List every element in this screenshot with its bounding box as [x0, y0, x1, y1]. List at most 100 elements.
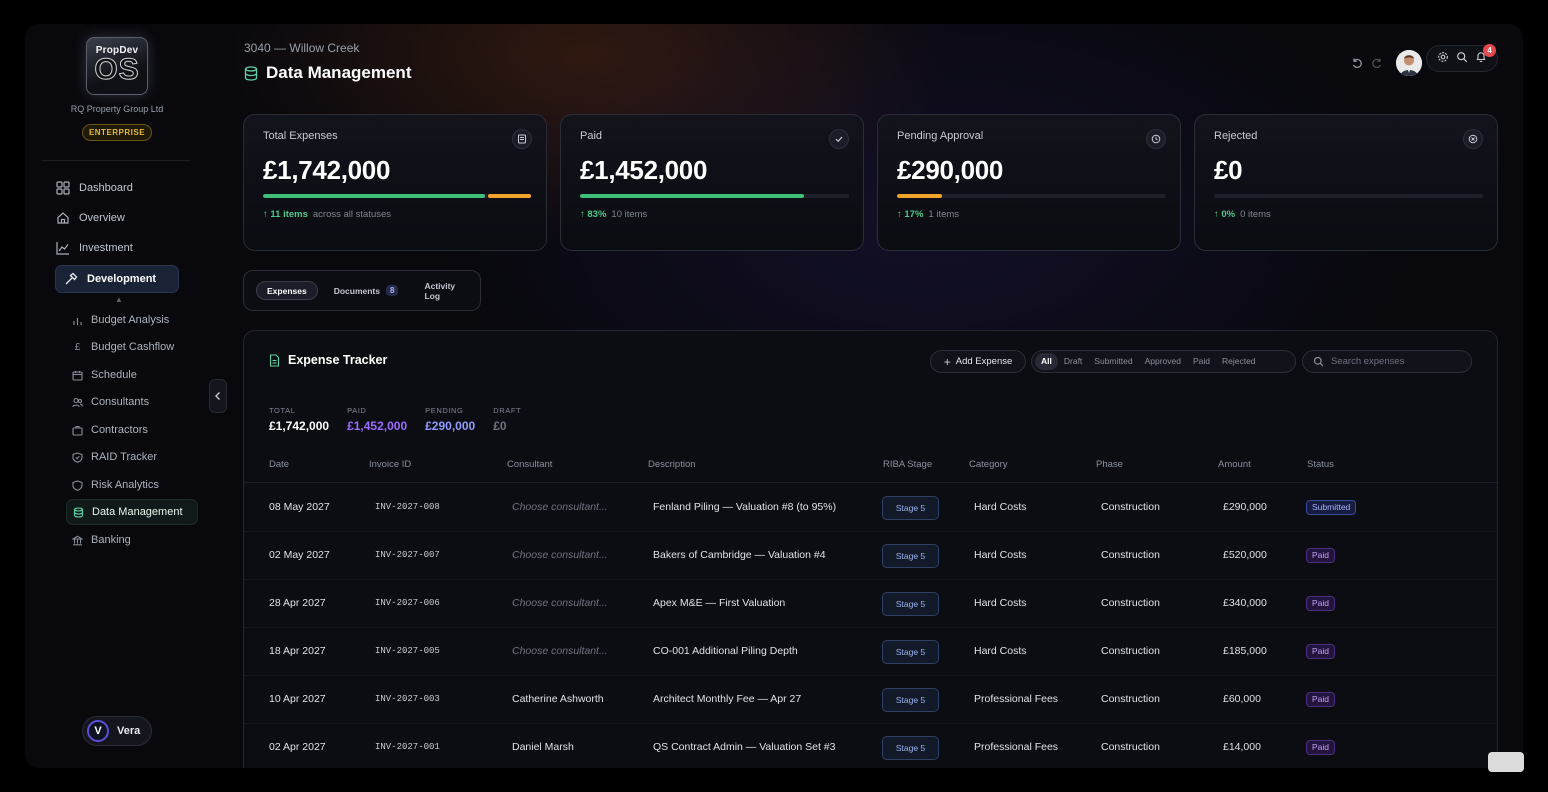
table-row[interactable]: 28 Apr 2027 INV-2027-006 Choose consultant… [244, 580, 1497, 628]
cell-date: 02 May 2027 [269, 549, 330, 561]
app-logo[interactable]: PropDev OS [86, 37, 148, 95]
cell-phase: Construction [1101, 597, 1160, 609]
riba-stage-select[interactable]: Stage 5 [882, 544, 939, 568]
sidebar-subitem-contractors[interactable]: Contractors [72, 418, 148, 442]
filter-submitted[interactable]: Submitted [1088, 353, 1138, 370]
sidebar-subitem-raid-tracker[interactable]: RAID Tracker [72, 445, 157, 469]
cell-consultant[interactable]: Choose consultant... [512, 549, 608, 561]
cell-consultant[interactable]: Daniel Marsh [512, 741, 574, 753]
tab-documents[interactable]: Documents 8 [324, 281, 409, 300]
sidebar-subitem-budget-analysis[interactable]: Budget Analysis [72, 308, 169, 332]
stat-value: £290,000 [897, 155, 1004, 185]
sidebar-subitem-label: RAID Tracker [91, 451, 158, 463]
cell-invoice-id: INV-2027-003 [375, 694, 440, 704]
stat-footnote: ↑ 0% 0 items [1214, 209, 1271, 220]
cell-date: 10 Apr 2027 [269, 693, 326, 705]
filter-all[interactable]: All [1035, 353, 1058, 370]
column-header-date[interactable]: Date [269, 459, 289, 470]
summary-paid: PAID £1,452,000 [347, 406, 408, 433]
column-header-amount[interactable]: Amount [1218, 459, 1251, 470]
table-row[interactable]: 08 May 2027 INV-2027-008 Choose consultant… [244, 484, 1497, 532]
summary-totals: TOTAL £1,742,000 PAID £1,452,000 PENDING… [269, 406, 521, 433]
column-header-description[interactable]: Description [648, 459, 696, 470]
user-menu[interactable]: V Vera [82, 716, 152, 746]
column-header-consultant[interactable]: Consultant [507, 459, 552, 470]
gear-icon[interactable] [1437, 50, 1449, 68]
riba-stage-select[interactable]: Stage 5 [882, 736, 939, 760]
stat-note: 10 items [611, 209, 648, 220]
cell-date: 18 Apr 2027 [269, 645, 326, 657]
sidebar-subitem-data-management[interactable]: Data Management [66, 499, 198, 525]
undo-icon[interactable] [1350, 56, 1364, 70]
table-row[interactable]: 18 Apr 2027 INV-2027-005 Choose consultant… [244, 628, 1497, 676]
cell-amount: £520,000 [1223, 549, 1267, 561]
status-badge: Paid [1306, 692, 1336, 707]
cell-date: 02 Apr 2027 [269, 741, 326, 753]
table-row[interactable]: 02 May 2027 INV-2027-007 Choose consultant… [244, 532, 1497, 580]
stat-footnote: ↑ 17% 1 items [897, 209, 959, 220]
riba-stage-select[interactable]: Stage 5 [882, 688, 939, 712]
table-row[interactable]: 02 Apr 2027 INV-2027-001 Daniel Marsh QS Co… [244, 724, 1497, 768]
add-expense-button[interactable]: + Add Expense [930, 350, 1026, 373]
sidebar-item-overview[interactable]: Overview [56, 205, 125, 231]
sidebar-collapse-button[interactable] [209, 379, 227, 413]
search-icon [1313, 356, 1324, 367]
user-name: Vera [117, 725, 141, 737]
riba-stage-select[interactable]: Stage 5 [882, 496, 939, 520]
section-tabs: Expenses Documents 8 Activity Log [243, 270, 481, 311]
cell-description: QS Contract Admin — Valuation Set #3 [653, 741, 836, 753]
plus-icon: + [943, 354, 951, 369]
riba-stage-select[interactable]: Stage 5 [882, 640, 939, 664]
search-icon[interactable] [1456, 50, 1468, 68]
stat-card-pending-approval: Pending Approval £290,000 ↑ 17% 1 items [877, 114, 1181, 251]
filter-paid[interactable]: Paid [1187, 353, 1216, 370]
sidebar-item-investment[interactable]: Investment [56, 235, 133, 261]
cell-description: Bakers of Cambridge — Valuation #4 [653, 549, 826, 561]
cell-description: CO-001 Additional Piling Depth [653, 645, 798, 657]
riba-stage-select[interactable]: Stage 5 [882, 592, 939, 616]
sidebar-item-development[interactable]: Development [55, 265, 179, 293]
sidebar-item-dashboard[interactable]: Dashboard [56, 175, 133, 201]
bank-icon [72, 535, 83, 545]
sidebar-subitem-risk-analytics[interactable]: Risk Analytics [72, 473, 159, 497]
project-label: 3040 — Willow Creek [244, 41, 360, 55]
sidebar-subitem-consultants[interactable]: Consultants [72, 390, 149, 414]
cell-category: Hard Costs [974, 549, 1027, 561]
filter-draft[interactable]: Draft [1058, 353, 1088, 370]
filter-approved[interactable]: Approved [1139, 353, 1187, 370]
search-input[interactable] [1331, 356, 1461, 367]
column-header-riba-stage[interactable]: RIBA Stage [883, 459, 932, 470]
column-header-invoice-id[interactable]: Invoice ID [369, 459, 411, 470]
database-icon [73, 506, 84, 518]
column-header-category[interactable]: Category [969, 459, 1008, 470]
tab-expenses[interactable]: Expenses [256, 281, 318, 300]
sidebar-subitem-banking[interactable]: Banking [72, 528, 131, 552]
tab-activity-log[interactable]: Activity Log [414, 281, 480, 301]
sidebar-subitem-budget-cashflow[interactable]: £ Budget Cashflow [72, 335, 174, 359]
cell-description: Apex M&E — First Valuation [653, 597, 786, 609]
progress-fill [580, 194, 804, 198]
table-row[interactable]: 10 Apr 2027 INV-2027-003 Catherine Ashwort… [244, 676, 1497, 724]
cell-consultant[interactable]: Catherine Ashworth [512, 693, 604, 705]
sidebar-subitem-label: Data Management [92, 506, 183, 518]
progress-bar [897, 194, 1166, 198]
cell-consultant[interactable]: Choose consultant... [512, 501, 608, 513]
chevron-up-icon[interactable]: ▲ [115, 295, 123, 304]
bar-chart-icon [73, 317, 82, 325]
column-header-phase[interactable]: Phase [1096, 459, 1123, 470]
profile-avatar[interactable] [1396, 50, 1422, 76]
cell-invoice-id: INV-2027-005 [375, 646, 440, 656]
redo-icon[interactable] [1370, 56, 1384, 70]
database-icon [244, 65, 258, 81]
cell-category: Professional Fees [974, 693, 1059, 705]
summary-draft: DRAFT £0 [493, 406, 522, 433]
cell-amount: £340,000 [1223, 597, 1267, 609]
stat-value: £1,742,000 [263, 155, 391, 185]
column-header-status[interactable]: Status [1307, 459, 1334, 470]
summary-total: TOTAL £1,742,000 [269, 406, 330, 433]
filter-rejected[interactable]: Rejected [1216, 353, 1262, 370]
cell-consultant[interactable]: Choose consultant... [512, 645, 608, 657]
cell-consultant[interactable]: Choose consultant... [512, 597, 608, 609]
sidebar-subitem-schedule[interactable]: Schedule [72, 363, 137, 387]
status-badge: Submitted [1306, 500, 1357, 515]
